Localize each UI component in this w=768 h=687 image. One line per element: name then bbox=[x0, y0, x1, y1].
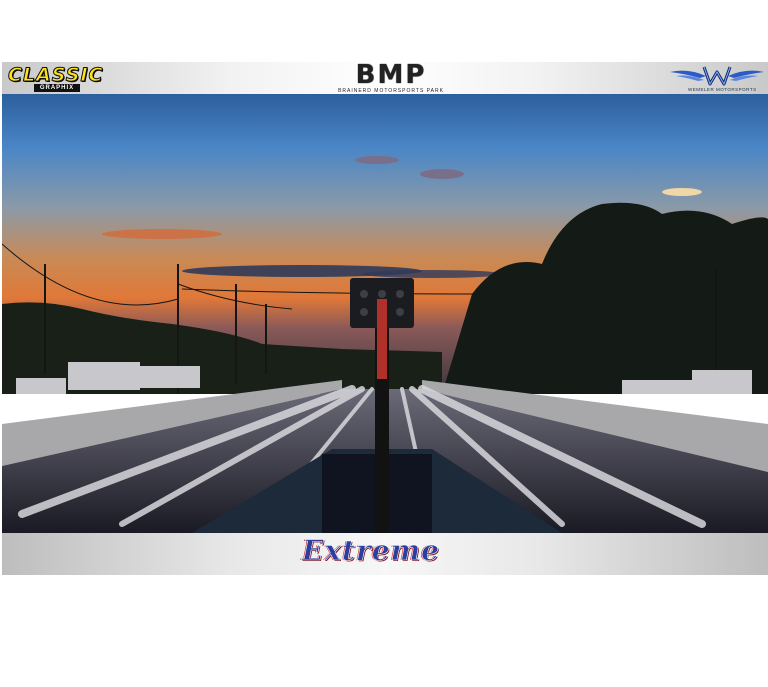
header-banner: CLASSIC GRAPHIX BMP BRAINERD MOTORSPORTS… bbox=[2, 62, 768, 94]
classic-graphix-logo: CLASSIC GRAPHIX bbox=[7, 64, 104, 92]
classic-logo-text: CLASSIC bbox=[7, 64, 104, 86]
drag-strip-sunset-photo bbox=[1, 94, 768, 533]
drag-strip-scene bbox=[1, 94, 768, 533]
bmp-logo-text: BMP bbox=[355, 60, 427, 90]
extreme-logo: Extreme bbox=[302, 534, 440, 568]
footer-banner: Extreme bbox=[2, 533, 768, 575]
graphix-logo-text: GRAPHIX bbox=[34, 84, 80, 92]
wemeler-motorsports-logo: WEMELER MOTORSPORTS bbox=[668, 64, 766, 92]
wm-logo-subtitle: WEMELER MOTORSPORTS bbox=[688, 87, 757, 92]
bmp-logo: BMP BRAINERD MOTORSPORTS PARK bbox=[318, 60, 464, 94]
wm-wings-icon bbox=[670, 66, 764, 86]
